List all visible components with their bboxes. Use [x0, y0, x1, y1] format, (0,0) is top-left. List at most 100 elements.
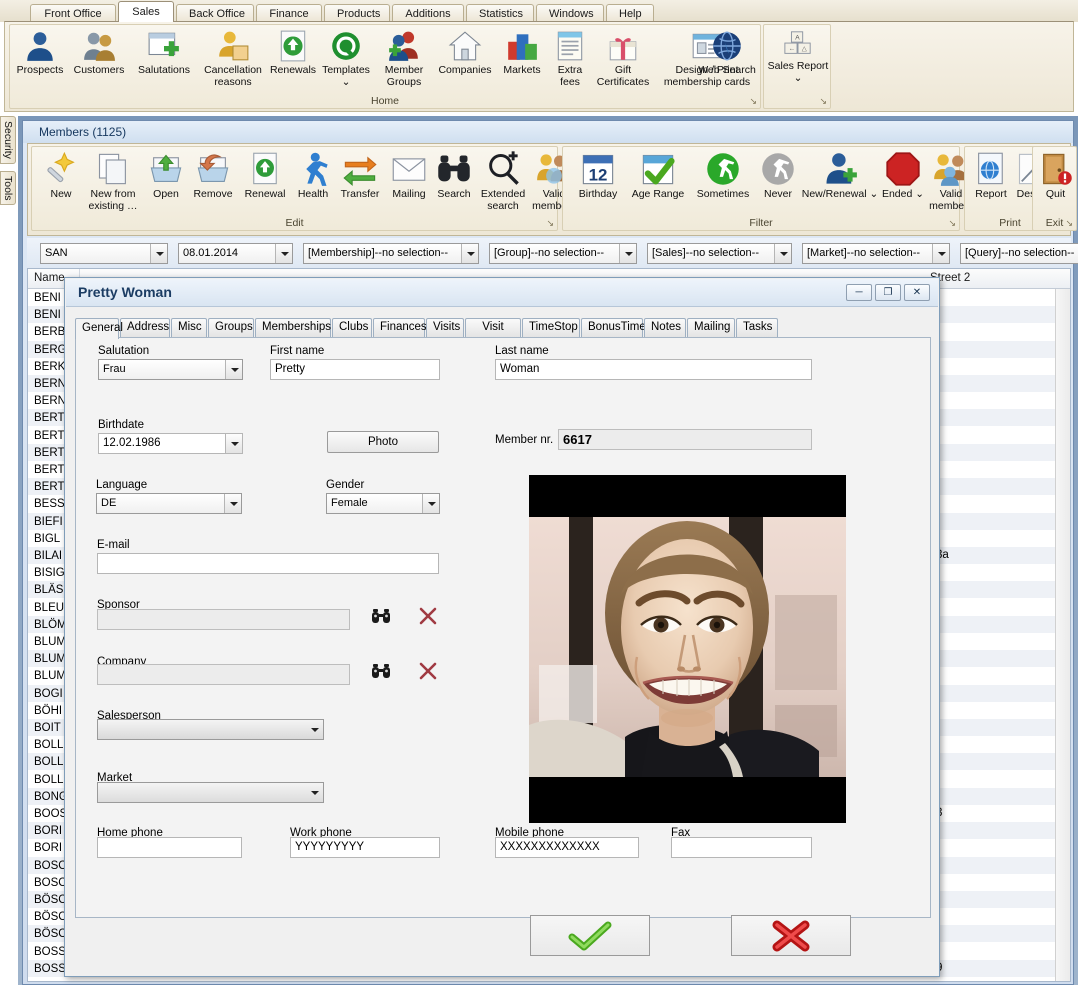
fax-input[interactable] — [671, 837, 812, 858]
salesperson-select[interactable] — [97, 719, 324, 740]
tab-mailing[interactable]: Mailing — [687, 318, 735, 337]
ok-button[interactable] — [530, 915, 650, 956]
tab-visit-rate[interactable]: Visit Rate — [465, 318, 521, 350]
home-phone-input[interactable] — [97, 837, 242, 858]
toolbar-group-filter-launcher[interactable]: ↘ — [948, 218, 956, 229]
gender-select[interactable]: Female — [326, 493, 440, 514]
ribbon-button-salutations[interactable]: Salutations — [130, 29, 198, 77]
print-button-report[interactable]: Report — [969, 151, 1013, 201]
last-name-input[interactable]: Woman — [495, 359, 812, 380]
ribbon-tab-sales[interactable]: Sales — [118, 1, 174, 22]
tab-notes[interactable]: Notes — [644, 318, 686, 337]
toolbar-button-open[interactable]: Open — [144, 151, 188, 201]
toolbar-button-renewal[interactable]: Renewal — [238, 151, 292, 201]
ribbon-tab-products[interactable]: Products — [324, 4, 390, 22]
sponsor-clear-icon[interactable] — [418, 606, 438, 629]
filter-button-sometimes[interactable]: Sometimes — [691, 151, 755, 201]
filter-button-ended-[interactable]: Ended ⌄ — [879, 151, 927, 201]
toolbar-button-search[interactable]: Search — [432, 151, 476, 201]
ribbon-button-gift-certificates[interactable]: Gift Certificates — [592, 29, 654, 88]
ribbon-button-web-search[interactable]: Web Search — [696, 29, 758, 77]
salutation-select[interactable]: Frau — [98, 359, 243, 380]
photo-button[interactable]: Photo — [327, 431, 439, 453]
email-input[interactable] — [97, 553, 439, 574]
toolbar-button-remove[interactable]: Remove — [188, 151, 238, 201]
tab-tasks[interactable]: Tasks — [736, 318, 778, 337]
cancel-button[interactable] — [731, 915, 851, 956]
dock-tab-tools[interactable]: Tools — [0, 170, 16, 206]
ribbon-button-companies[interactable]: Companies — [434, 29, 496, 77]
tab-misc[interactable]: Misc — [171, 318, 207, 337]
toolbar-button-extended-search[interactable]: Extended search — [476, 151, 530, 212]
filter-select-sales[interactable]: [Sales]--no selection-- — [647, 243, 792, 264]
filter-button-new-renewal-[interactable]: New/Renewal ⌄ — [801, 151, 879, 201]
birthdate-label: Birthdate — [98, 419, 145, 431]
ribbon-button-extra-fees[interactable]: Extra fees — [548, 29, 592, 88]
filter-select-group[interactable]: [Group]--no selection-- — [489, 243, 637, 264]
filter-select-market[interactable]: [Market]--no selection-- — [802, 243, 950, 264]
filter-button-never[interactable]: Never — [755, 151, 801, 201]
tab-address[interactable]: Address — [120, 318, 170, 337]
sponsor-search-icon[interactable] — [371, 608, 391, 629]
green-circle-arrow-icon — [332, 32, 360, 60]
language-select[interactable]: DE — [96, 493, 242, 514]
filter-select-branch[interactable]: SAN — [40, 243, 168, 264]
toolbar-group-exit-launcher[interactable]: ↘ — [1065, 218, 1073, 229]
ribbon-button-markets[interactable]: Markets — [496, 29, 548, 77]
ribbon-tab-front-office[interactable]: Front Office — [30, 4, 116, 22]
grid-vertical-scrollbar[interactable] — [1055, 289, 1070, 981]
ribbon-button-member-groups[interactable]: Member Groups — [374, 29, 434, 88]
exit-button-quit[interactable]: Quit — [1035, 151, 1076, 201]
close-button[interactable]: ✕ — [904, 284, 930, 301]
toolbar-button-transfer[interactable]: Transfer — [334, 151, 386, 201]
first-name-input[interactable]: Pretty — [270, 359, 440, 380]
sponsor-input[interactable] — [97, 609, 350, 630]
member-nr-label: Member nr. — [495, 434, 554, 446]
ribbon-tab-back-office[interactable]: Back Office — [176, 4, 254, 22]
tab-bonustime[interactable]: BonusTime — [581, 318, 646, 337]
filter-button-birthday[interactable]: 12 Birthday — [571, 151, 625, 201]
birthdate-chevron-down-icon[interactable] — [225, 434, 242, 453]
market-select[interactable] — [97, 782, 324, 803]
toolbar-button-new-from-existing-[interactable]: New from existing … — [82, 151, 144, 212]
toolbar-button-mailing[interactable]: Mailing — [386, 151, 432, 201]
company-search-icon[interactable] — [371, 663, 391, 684]
tab-visits[interactable]: Visits — [426, 318, 464, 337]
dock-tab-security[interactable]: Security — [0, 116, 16, 164]
filter-select-membership[interactable]: [Membership]--no selection-- — [303, 243, 479, 264]
filter-select-query[interactable]: [Query]--no selection-- — [960, 243, 1078, 264]
work-phone-input[interactable]: YYYYYYYYY — [290, 837, 440, 858]
tab-timestop[interactable]: TimeStop — [522, 318, 580, 337]
tab-clubs[interactable]: Clubs — [332, 318, 372, 337]
ribbon-tab-finance[interactable]: Finance — [256, 4, 322, 22]
filter-button-age-range[interactable]: Age Range — [625, 151, 691, 201]
ribbon-tab-help[interactable]: Help — [606, 4, 654, 22]
ribbon-group-home-launcher[interactable]: ↘ — [749, 96, 757, 107]
ribbon-button-templates-[interactable]: Templates ⌄ — [318, 29, 374, 88]
toolbar-button-new[interactable]: New — [40, 151, 82, 201]
dialog-title-bar[interactable]: Pretty Woman ─ ❐ ✕ — [66, 279, 938, 307]
ribbon-button-customers[interactable]: Customers — [68, 29, 130, 77]
tab-groups[interactable]: Groups — [208, 318, 254, 337]
tab-finances[interactable]: Finances — [373, 318, 427, 337]
company-input[interactable] — [97, 664, 350, 685]
restore-button[interactable]: ❐ — [875, 284, 901, 301]
ribbon-tab-additions[interactable]: Additions — [392, 4, 464, 22]
ribbon-tab-windows[interactable]: Windows — [536, 4, 604, 22]
dialog-tab-strip: General Address Misc Groups Memberships Clubs… — [75, 318, 779, 350]
ribbon-tab-statistics[interactable]: Statistics — [466, 4, 534, 22]
ribbon-button-renewals[interactable]: Renewals — [268, 29, 318, 77]
ribbon-group-sales-launcher[interactable]: ↘ — [819, 96, 827, 107]
filter-select-date[interactable]: 08.01.2014 — [178, 243, 293, 264]
toolbar-button-health[interactable]: Health — [292, 151, 334, 201]
birthdate-input[interactable]: 12.02.1986 — [98, 433, 243, 454]
ribbon-button-sales-report[interactable]: A ← △ Sales Report ⌄ — [766, 29, 830, 84]
company-clear-icon[interactable] — [418, 661, 438, 684]
ribbon-button-cancellation-reasons[interactable]: Cancellation reasons — [198, 29, 268, 88]
tab-general[interactable]: General — [75, 318, 123, 339]
toolbar-group-edit-launcher[interactable]: ↘ — [546, 218, 554, 229]
tab-memberships[interactable]: Memberships — [255, 318, 331, 337]
mobile-phone-input[interactable]: XXXXXXXXXXXXX — [495, 837, 639, 858]
ribbon-button-prospects[interactable]: Prospects — [12, 29, 68, 77]
minimize-button[interactable]: ─ — [846, 284, 872, 301]
